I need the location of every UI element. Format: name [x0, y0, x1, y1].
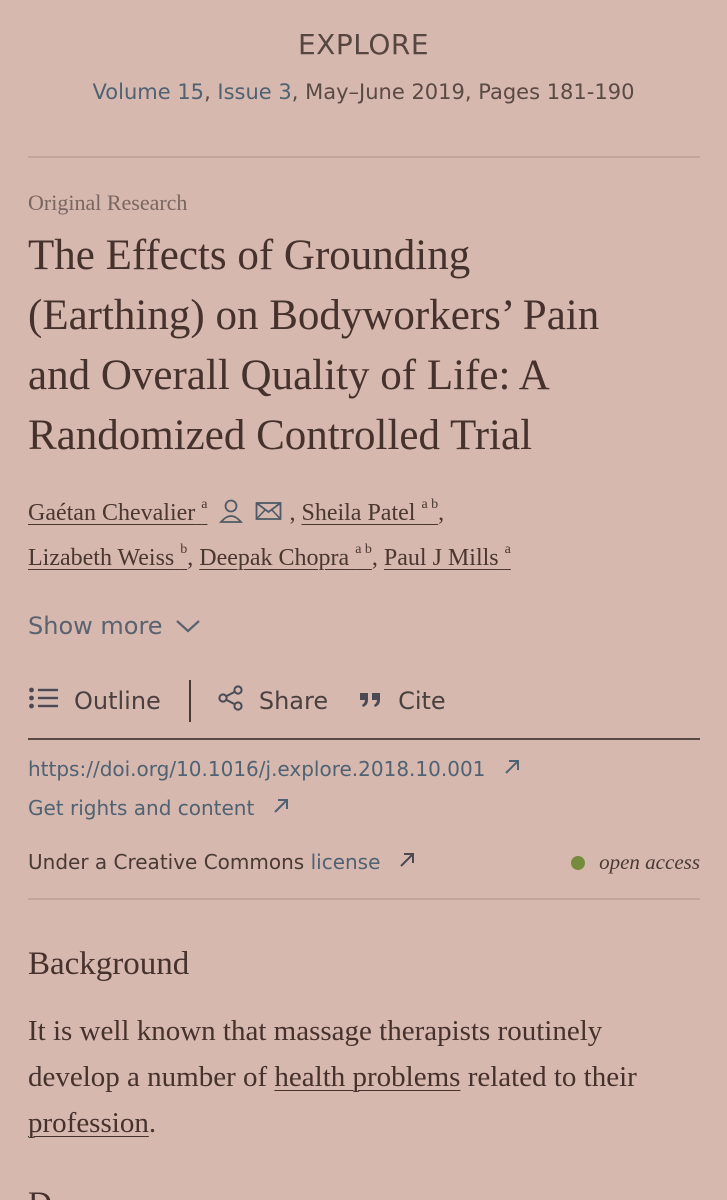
- show-more-button[interactable]: Show more: [28, 612, 201, 640]
- quote-icon: [358, 687, 384, 715]
- divider: [28, 738, 700, 740]
- list-icon: [28, 686, 60, 716]
- chevron-down-icon: [175, 612, 201, 640]
- author-separator: ,: [187, 545, 200, 571]
- external-link-icon: [272, 796, 290, 820]
- title-line: (Earthing) on Bodyworkers’ Pain: [28, 292, 600, 339]
- article-type: Original Research: [28, 190, 188, 215]
- author-link[interactable]: Deepak Chopra a b: [199, 542, 372, 571]
- license-link[interactable]: license: [311, 850, 381, 874]
- author-separator: ,: [283, 500, 302, 526]
- show-more-label: Show more: [28, 612, 163, 640]
- share-label: Share: [258, 687, 329, 715]
- article-toolbar: Outline Share Cite: [28, 680, 446, 722]
- abstract-paragraph: It is well known that massage therapists…: [28, 1015, 637, 1139]
- article-title: The Effects of Grounding (Earthing) on B…: [28, 226, 708, 466]
- license-prefix: Under a Creative Commons: [28, 850, 311, 874]
- person-icon[interactable]: [219, 498, 244, 531]
- divider: [28, 156, 700, 158]
- volume-link[interactable]: Volume 15: [93, 80, 205, 104]
- author-link[interactable]: Sheila Patel a b: [301, 497, 438, 526]
- toolbar-divider: [188, 680, 191, 722]
- doi-link[interactable]: https://doi.org/10.1016/j.explore.2018.1…: [28, 757, 521, 781]
- author-separator: ,: [371, 545, 384, 571]
- open-access-label: open access: [599, 850, 700, 874]
- cite-button[interactable]: Cite: [358, 687, 446, 715]
- doi-text: https://doi.org/10.1016/j.explore.2018.1…: [28, 757, 486, 781]
- author-list: Lizabeth Weiss b, Deepak Chopra a b, Pau…: [28, 542, 511, 572]
- next-section-heading: D: [28, 1186, 52, 1200]
- share-icon: [217, 684, 245, 718]
- outline-label: Outline: [74, 687, 161, 715]
- author-link[interactable]: Lizabeth Weiss b: [28, 542, 187, 571]
- issue-date-pages: , May–June 2019, Pages 181-190: [291, 80, 635, 104]
- rights-link[interactable]: Get rights and content: [28, 796, 290, 820]
- keyword-link[interactable]: profession: [28, 1107, 149, 1139]
- author-separator: ,: [438, 500, 445, 526]
- keyword-link[interactable]: health problems: [274, 1061, 460, 1093]
- author-list: Gaétan Chevalier a , Sheila Patel a b,: [28, 497, 444, 531]
- outline-button[interactable]: Outline: [28, 686, 161, 716]
- author-link[interactable]: Paul J Mills a: [384, 542, 511, 571]
- divider: [28, 898, 700, 900]
- share-button[interactable]: Share: [217, 684, 328, 718]
- issue-separator: ,: [204, 80, 218, 104]
- issue-link[interactable]: Issue 3: [217, 80, 291, 104]
- title-line: The Effects of Grounding: [28, 232, 471, 279]
- open-access-badge: open access: [571, 850, 700, 875]
- license-info: Under a Creative Commons license: [28, 850, 416, 874]
- title-line: and Overall Quality of Life: A: [28, 352, 550, 399]
- open-access-dot: [571, 855, 586, 870]
- title-line: Randomized Controlled Trial: [28, 412, 533, 459]
- journal-name[interactable]: EXPLORE: [0, 28, 727, 61]
- mail-icon[interactable]: [255, 501, 283, 528]
- author-link[interactable]: Gaétan Chevalier a: [28, 497, 207, 526]
- section-heading: Background: [28, 946, 190, 982]
- external-link-icon: [503, 757, 521, 781]
- external-link-icon[interactable]: [398, 850, 416, 874]
- issue-info: Volume 15, Issue 3, May–June 2019, Pages…: [0, 80, 727, 104]
- rights-text: Get rights and content: [28, 796, 255, 820]
- cite-label: Cite: [398, 687, 446, 715]
